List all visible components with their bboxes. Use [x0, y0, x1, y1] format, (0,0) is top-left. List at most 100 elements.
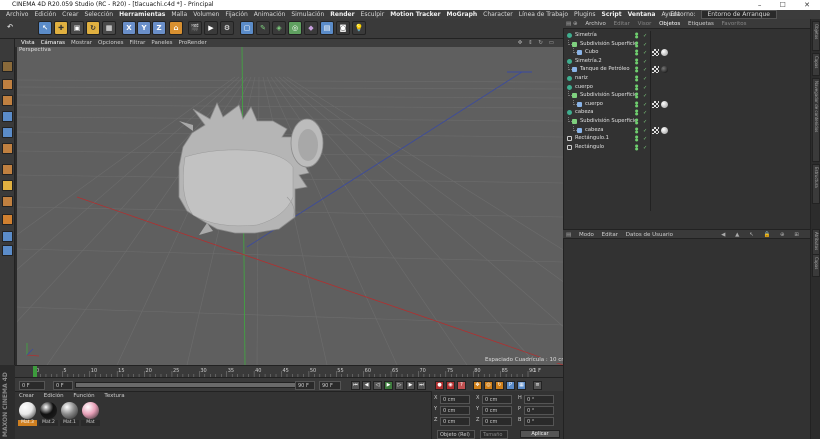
- environment-selector[interactable]: Entorno: Entorno de Arranque: [664, 10, 780, 19]
- menu-item-9[interactable]: Simulación: [288, 11, 327, 18]
- start-frame-field[interactable]: 0 F: [53, 381, 73, 390]
- menu-item-5[interactable]: Malla: [168, 11, 190, 18]
- obj-menu-objetos[interactable]: Objetos: [656, 21, 683, 27]
- autokey-icon[interactable]: ◉: [446, 381, 455, 390]
- material-item[interactable]: Mat.1: [60, 402, 79, 430]
- object-row[interactable]: Rectángulo ● ● ✓: [563, 143, 810, 152]
- render-view-icon[interactable]: 🎬: [188, 21, 202, 35]
- material-white-tag-icon[interactable]: [661, 49, 668, 57]
- object-row[interactable]: Subdivisión Superficie ● ● ✓: [563, 91, 810, 100]
- timeline-ruler[interactable]: 0 5 10 15 20 25 30 35 40 45 50 55 60 65 70 75 80 85 90 1 F: [15, 365, 563, 377]
- object-row[interactable]: cabeza ● ● ✓: [563, 108, 810, 117]
- menu-item-13[interactable]: MoGraph: [444, 11, 481, 18]
- menu-item-17[interactable]: Script: [599, 11, 625, 18]
- key-scale-icon[interactable]: ◎: [484, 381, 493, 390]
- side-tab[interactable]: Capas: [812, 254, 820, 277]
- lock-workplane-icon[interactable]: [2, 214, 13, 225]
- coordinate-mode-dropdown[interactable]: Objeto (Rel): [437, 430, 475, 439]
- array-icon[interactable]: ◎: [288, 21, 302, 35]
- key-param-icon[interactable]: P: [506, 381, 515, 390]
- floor-icon[interactable]: ▤: [320, 21, 334, 35]
- viewport-menu-item-5[interactable]: Paneles: [148, 40, 175, 46]
- object-row[interactable]: Subdivisión Superficie ● ● ✓: [563, 39, 810, 49]
- visibility-dots-icon[interactable]: ● ●: [635, 40, 639, 47]
- move-tool-icon[interactable]: ✚: [54, 21, 68, 35]
- camera-icon[interactable]: ◙: [336, 21, 350, 35]
- material-menu-funcion[interactable]: Función: [69, 393, 98, 399]
- light-icon[interactable]: 💡: [352, 21, 366, 35]
- object-row[interactable]: Simetría.2 ● ● ✓: [563, 57, 810, 66]
- tweak-mode-icon[interactable]: [2, 180, 13, 191]
- obj-menu-favoritos[interactable]: Favoritos: [719, 21, 750, 27]
- spline-pen-icon[interactable]: ✎: [256, 21, 270, 35]
- side-tab[interactable]: Estructura: [812, 164, 820, 204]
- checker-tag-icon[interactable]: [652, 100, 659, 108]
- obj-menu-visor[interactable]: Visor: [635, 21, 655, 27]
- viewport-menu-item-2[interactable]: Mostrar: [68, 40, 95, 46]
- enabled-check-icon[interactable]: ✓: [643, 144, 647, 153]
- 3d-viewport[interactable]: [17, 47, 563, 365]
- menu-item-4[interactable]: Herramientas: [116, 11, 168, 18]
- visibility-dots-icon[interactable]: ● ●: [635, 49, 639, 56]
- go-to-end-icon[interactable]: ⏭: [417, 381, 426, 390]
- obj-menu-archivo[interactable]: Archivo: [582, 21, 609, 27]
- visibility-dots-icon[interactable]: ● ●: [635, 109, 639, 116]
- material-item[interactable]: Mat.3: [18, 402, 37, 430]
- texture-mode-icon[interactable]: [2, 79, 13, 90]
- coord-rotation-field[interactable]: 0 °: [524, 395, 554, 404]
- axis-mode-icon[interactable]: [2, 164, 13, 175]
- current-frame-field[interactable]: 0 F: [19, 381, 45, 390]
- axis-y-button[interactable]: Y: [137, 21, 151, 35]
- axis-x-button[interactable]: X: [122, 21, 136, 35]
- menu-item-7[interactable]: Fijación: [222, 11, 250, 18]
- viewport-menu-item-0[interactable]: Vista: [18, 40, 38, 46]
- side-tab[interactable]: Capas: [812, 52, 820, 76]
- material-menu-edicion[interactable]: Edición: [40, 393, 68, 399]
- side-tab[interactable]: Objetos: [812, 21, 820, 51]
- recent-tool-icon[interactable]: ▦: [102, 21, 116, 35]
- object-row[interactable]: Cubo ● ● ✓: [563, 48, 810, 57]
- solo-icon[interactable]: [2, 231, 13, 242]
- key-rotation-icon[interactable]: ↻: [495, 381, 504, 390]
- attr-menu-modo[interactable]: Modo: [576, 232, 597, 238]
- timeline-menu-icon[interactable]: ≡: [533, 381, 542, 390]
- size-mode-dropdown[interactable]: Tamaño: [480, 430, 508, 439]
- rotate-tool-icon[interactable]: ↻: [86, 21, 100, 35]
- material-item[interactable]: Mat.2: [39, 402, 58, 430]
- axis-z-button[interactable]: Z: [152, 21, 166, 35]
- menu-item-3[interactable]: Selección: [82, 11, 117, 18]
- checker-tag-icon[interactable]: [652, 66, 659, 74]
- polygons-mode-icon[interactable]: [2, 143, 13, 154]
- visibility-dots-icon[interactable]: ● ●: [635, 83, 639, 90]
- render-active-icon[interactable]: ▶: [204, 21, 218, 35]
- apply-button[interactable]: Aplicar: [520, 430, 560, 438]
- object-row[interactable]: Rectángulo.1 ● ● ✓: [563, 134, 810, 143]
- menu-item-6[interactable]: Volumen: [190, 11, 222, 18]
- viewport-menu-item-4[interactable]: Filtrar: [127, 40, 149, 46]
- visibility-dots-icon[interactable]: ● ●: [635, 117, 639, 124]
- visibility-dots-icon[interactable]: ● ●: [635, 143, 639, 150]
- previous-frame-icon[interactable]: ◁: [373, 381, 382, 390]
- visibility-dots-icon[interactable]: ● ●: [635, 32, 639, 39]
- visibility-dots-icon[interactable]: ● ●: [635, 92, 639, 99]
- obj-menu-editar[interactable]: Editar: [611, 21, 633, 27]
- coord-size-field[interactable]: 0 cm: [482, 406, 512, 415]
- visibility-dots-icon[interactable]: ● ●: [635, 57, 639, 64]
- select-tool-icon[interactable]: ↖: [38, 21, 52, 35]
- menu-item-12[interactable]: Motion Tracker: [387, 11, 443, 18]
- visibility-dots-icon[interactable]: ● ●: [635, 100, 639, 107]
- subdivision-icon[interactable]: ◈: [272, 21, 286, 35]
- obj-menu-etiquetas[interactable]: Etiquetas: [685, 21, 717, 27]
- material-white-tag-icon[interactable]: [661, 100, 668, 108]
- visibility-dots-icon[interactable]: ● ●: [635, 66, 639, 73]
- edges-mode-icon[interactable]: [2, 127, 13, 138]
- render-settings-icon[interactable]: ⚙: [220, 21, 234, 35]
- visibility-dots-icon[interactable]: ● ●: [635, 135, 639, 142]
- object-row[interactable]: Tanque de Petróleo ● ● ✓: [563, 65, 810, 74]
- viewport-menu-item-1[interactable]: Cámaras: [38, 40, 68, 46]
- object-row[interactable]: cabeza ● ● ✓: [563, 125, 810, 135]
- workplane-icon[interactable]: [2, 95, 13, 106]
- menu-item-14[interactable]: Character: [480, 11, 516, 18]
- coord-rotation-field[interactable]: 0 °: [524, 417, 554, 426]
- menu-item-1[interactable]: Edición: [31, 11, 59, 18]
